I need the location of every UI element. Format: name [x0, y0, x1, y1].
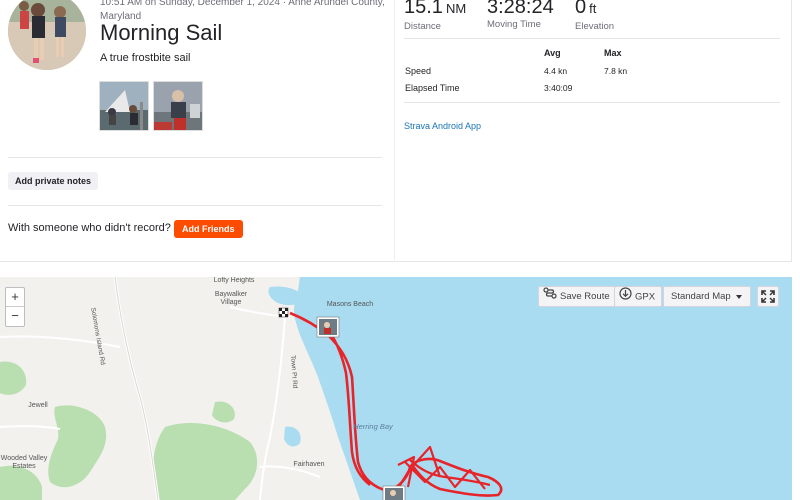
map-label-lofty-heights: Lofty Heights	[213, 277, 255, 284]
activity-description: A true frostbite sail	[100, 52, 191, 64]
road-solomons-island-rd	[113, 277, 160, 500]
zoom-out-button[interactable]: −	[6, 307, 24, 326]
save-route-button[interactable]: Save Route	[538, 286, 617, 307]
map-label-baywalker-village: Baywalker Village	[214, 291, 248, 306]
map-label-wooded-valley-estates: Wooded Valley Estates	[0, 455, 48, 470]
stat-moving-time-value: 3:28:24	[487, 0, 554, 18]
stat-elevation-label: Elevation	[575, 21, 615, 32]
map-style-select[interactable]: Standard Map	[663, 286, 751, 307]
map-label-herring-bay: Herring Bay	[353, 422, 393, 431]
save-route-icon	[543, 287, 557, 306]
stat-elevation: 0 ft Elevation	[575, 0, 614, 32]
map-label-masons-beach: Masons Beach	[326, 301, 374, 308]
friends-prompt: With someone who didn't record?	[8, 222, 171, 234]
park-area	[48, 405, 107, 488]
save-route-label: Save Route	[560, 291, 610, 303]
park-area	[0, 361, 27, 395]
park-area	[153, 422, 258, 500]
park-area	[212, 401, 235, 423]
stats-row-speed-max: 7.8 kn	[604, 66, 628, 76]
download-icon	[619, 287, 632, 307]
stat-distance: 15.1 NM Distance	[404, 0, 466, 32]
zoom-in-button[interactable]: +	[6, 288, 24, 307]
route-map[interactable]: Lofty Heights Baywalker Village Masons B…	[0, 277, 792, 500]
stat-moving-time-label: Moving Time	[487, 19, 541, 30]
map-label-jewell: Jewell	[28, 402, 48, 409]
stat-elevation-value: 0	[575, 0, 587, 18]
road-town-pt-rd	[259, 316, 286, 500]
map-canvas[interactable]	[0, 277, 792, 500]
stat-distance-unit: NM	[445, 1, 467, 16]
fullscreen-button[interactable]	[757, 286, 779, 307]
pond-water	[284, 426, 301, 447]
chesapeake-bay-water	[293, 277, 792, 500]
divider	[404, 102, 780, 103]
add-private-notes-button[interactable]: Add private notes	[8, 172, 99, 190]
chevron-down-icon	[736, 295, 742, 299]
avatar[interactable]	[8, 0, 86, 70]
photo-marker-icon[interactable]	[316, 316, 340, 338]
stat-elevation-unit: ft	[589, 1, 597, 16]
stat-moving-time: 3:28:24 Moving Time	[487, 0, 554, 30]
activity-photo-thumbnail[interactable]	[99, 81, 149, 131]
stat-distance-value: 15.1	[404, 0, 443, 18]
add-friends-button[interactable]: Add Friends	[174, 220, 243, 238]
photo-marker-icon[interactable]	[382, 485, 406, 500]
divider	[8, 157, 382, 158]
map-style-label: Standard Map	[671, 291, 731, 302]
gpx-download-button[interactable]: GPX	[614, 286, 663, 307]
divider	[8, 205, 382, 206]
stats-table-header-max: Max	[604, 48, 622, 58]
stats-row-speed-label: Speed	[405, 66, 432, 76]
stat-distance-label: Distance	[404, 21, 441, 32]
device-app-link[interactable]: Strava Android App	[404, 121, 481, 131]
gpx-label: GPX	[635, 291, 656, 303]
stats-row-speed-avg: 4.4 kn	[544, 66, 568, 76]
map-label-fairhaven: Fairhaven	[293, 461, 325, 468]
divider	[404, 38, 780, 39]
start-flag-icon	[278, 307, 289, 318]
activity-details-column: 10:51 AM on Sunday, December 1, 2024 · A…	[0, 0, 395, 262]
road	[0, 425, 61, 430]
activity-summary-card: 10:51 AM on Sunday, December 1, 2024 · A…	[0, 0, 792, 262]
activity-title: Morning Sail	[100, 20, 223, 45]
stats-row-elapsed-avg: 3:40:09	[544, 83, 573, 93]
activity-photo-thumbnail[interactable]	[153, 81, 203, 131]
stats-row-elapsed-label: Elapsed Time	[405, 83, 460, 93]
stats-table-header-avg: Avg	[544, 48, 561, 58]
fullscreen-icon	[761, 290, 775, 303]
zoom-control: + −	[5, 287, 25, 327]
